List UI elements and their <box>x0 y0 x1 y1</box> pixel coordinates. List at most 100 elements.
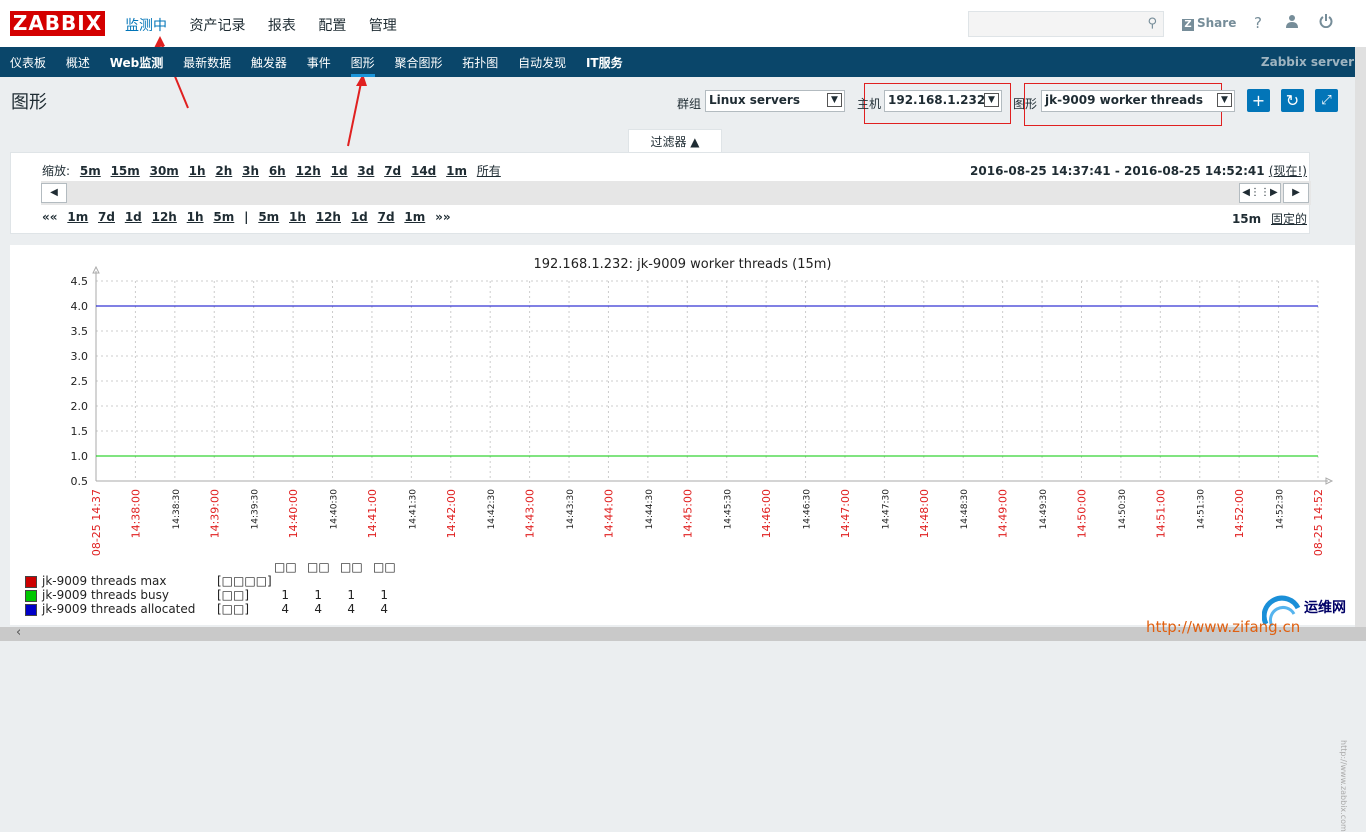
graph-select[interactable]: jk-9009 worker threads ▼ <box>1041 90 1235 112</box>
subnav-screens[interactable]: 聚合图形 <box>394 56 442 70</box>
subnav-web[interactable]: Web监测 <box>110 56 164 70</box>
zoom-option[interactable]: 6h <box>269 164 286 178</box>
shift-forward-option[interactable]: 1m <box>404 210 425 224</box>
subnav-graphs[interactable]: 图形 <box>350 56 375 77</box>
period-length: 15m <box>1231 212 1262 226</box>
x-tick-label: 14:41:00 <box>366 489 379 538</box>
x-tick-label: 14:40:00 <box>287 489 300 538</box>
zoom-option[interactable]: 30m <box>150 164 179 178</box>
chevron-down-icon: ▼ <box>984 93 999 107</box>
y-tick-label: 3.5 <box>71 325 89 338</box>
shift-back-option[interactable]: 5m <box>213 210 234 224</box>
shift-forward-end[interactable]: »» <box>435 210 451 224</box>
legend-header: □□ <box>340 560 363 574</box>
x-tick-label: 14:47:00 <box>839 489 852 538</box>
y-tick-label: 2.5 <box>71 375 89 388</box>
now-link[interactable]: (现在!) <box>1269 164 1307 178</box>
legend-swatch <box>25 575 37 588</box>
legend-header: □□ <box>274 560 297 574</box>
zoom-option[interactable]: 7d <box>384 164 401 178</box>
shift-back-option[interactable]: 1m <box>67 210 88 224</box>
fixed-toggle[interactable]: 固定的 <box>1271 212 1307 226</box>
refresh-button[interactable]: ↻ <box>1281 89 1304 112</box>
x-tick-label: 14:38:00 <box>129 489 142 538</box>
y-tick-label: 1.5 <box>71 425 89 438</box>
shift-forward-option[interactable]: 1d <box>351 210 368 224</box>
zoom-option[interactable]: 3h <box>242 164 259 178</box>
group-select[interactable]: Linux servers ▼ <box>705 90 845 112</box>
legend-stat: 1 <box>380 588 388 602</box>
subnav-dashboard[interactable]: 仪表板 <box>10 56 46 70</box>
vertical-watermark: http://www.zabbix.com <box>1339 740 1348 832</box>
x-tick-label: 14:44:30 <box>645 489 655 530</box>
chart-canvas: 0.5 1.0 1.5 2.0 2.5 3.0 3.5 4.0 4.5 08-25 14:37 14… <box>71 265 1334 556</box>
legend-label: jk-9009 threads max <box>42 574 167 588</box>
graph-panel: 192.168.1.232: jk-9009 worker threads (1… <box>10 245 1355 832</box>
sub-nav: 仪表板 概述 Web监测 最新数据 触发器 事件 图形 聚合图形 拓扑图 自动发… <box>0 47 1366 77</box>
shift-back-option[interactable]: 1h <box>187 210 204 224</box>
x-tick-label: 08-25 14:37 <box>90 489 103 556</box>
legend-stat: 4 <box>380 602 388 616</box>
group-select-value: Linux servers <box>709 93 800 107</box>
subnav-discovery[interactable]: 自动发现 <box>518 56 566 70</box>
subnav-maps[interactable]: 拓扑图 <box>462 56 498 70</box>
subnav-it-services[interactable]: IT服务 <box>586 56 623 70</box>
zoom-option[interactable]: 12h <box>296 164 321 178</box>
zoom-row: 缩放: 5m 15m 30m 1h 2h 3h 6h 12h 1d 3d 7d … <box>42 162 501 179</box>
x-tick-label: 14:49:00 <box>997 489 1010 538</box>
x-tick-label: 14:50:30 <box>1118 489 1128 530</box>
zoom-option[interactable]: 15m <box>111 164 140 178</box>
add-to-favorites-button[interactable]: + <box>1247 89 1270 112</box>
subnav-events[interactable]: 事件 <box>307 56 331 70</box>
shift-back-option[interactable]: 1d <box>125 210 142 224</box>
y-tick-label: 4.0 <box>71 300 89 313</box>
legend-stat: 1 <box>314 588 322 602</box>
zoom-option-all[interactable]: 所有 <box>477 164 501 178</box>
zoom-option[interactable]: 14d <box>411 164 436 178</box>
shift-forward-option[interactable]: 5m <box>258 210 279 224</box>
shift-forward-option[interactable]: 1h <box>289 210 306 224</box>
zoom-option[interactable]: 1h <box>189 164 206 178</box>
server-name: Zabbix server <box>1260 55 1354 69</box>
legend-stat: 1 <box>347 588 355 602</box>
subnav-latest-data[interactable]: 最新数据 <box>183 56 231 70</box>
shift-back-start[interactable]: «« <box>42 210 58 224</box>
timeline-scrollbar[interactable]: ◀ ◀⋮⋮▶ ▶ <box>41 181 1311 205</box>
legend-stat: 4 <box>347 602 355 616</box>
watermark-url: http://www.zifang.cn <box>1146 618 1301 636</box>
zoom-option[interactable]: 2h <box>215 164 232 178</box>
legend-stat: 4 <box>281 602 289 616</box>
zoom-option[interactable]: 3d <box>357 164 374 178</box>
subnav-overview[interactable]: 概述 <box>66 56 90 70</box>
shift-back-option[interactable]: 7d <box>98 210 115 224</box>
host-select[interactable]: 192.168.1.232 ▼ <box>884 90 1002 112</box>
legend-stat: 1 <box>281 588 289 602</box>
legend-stat: 4 <box>314 602 322 616</box>
shift-forward-option[interactable]: 7d <box>378 210 395 224</box>
zoom-option[interactable]: 5m <box>80 164 101 178</box>
zoom-option[interactable]: 1d <box>331 164 348 178</box>
subnav-triggers[interactable]: 触发器 <box>251 56 287 70</box>
scroll-right-button[interactable]: ▶ <box>1283 183 1309 203</box>
fullscreen-button[interactable]: ⤢ <box>1315 89 1338 112</box>
scroll-left-button[interactable]: ◀ <box>41 183 67 203</box>
legend-unit: [□□□□] <box>217 574 272 588</box>
filter-tab[interactable]: 过滤器 ▲ <box>628 129 722 153</box>
sub-nav-items: 仪表板 概述 Web监测 最新数据 触发器 事件 图形 聚合图形 拓扑图 自动发… <box>10 54 639 77</box>
period-handle[interactable]: ◀⋮⋮▶ <box>1239 183 1281 203</box>
page-title: 图形 <box>11 92 47 113</box>
watermark-site-name: 运维网 <box>1304 600 1346 616</box>
shift-back-option[interactable]: 12h <box>152 210 177 224</box>
scroll-left-arrow-icon[interactable]: ‹ <box>16 625 21 640</box>
x-tick-label: 14:45:30 <box>724 489 734 530</box>
fixed-row: 15m 固定的 <box>1232 210 1307 227</box>
x-tick-label: 14:52:30 <box>1276 489 1286 530</box>
y-tick-label: 3.0 <box>71 350 89 363</box>
zoom-option[interactable]: 1m <box>446 164 467 178</box>
x-tick-label: 14:43:30 <box>566 489 576 530</box>
x-tick-label: 14:51:30 <box>1197 489 1207 530</box>
legend-unit: [□□] <box>217 602 250 616</box>
shift-row: «« 1m 7d 1d 12h 1h 5m | 5m 1h 12h 1d 7d … <box>42 210 451 224</box>
shift-forward-option[interactable]: 12h <box>316 210 341 224</box>
vertical-scrollbar[interactable] <box>1355 47 1366 627</box>
